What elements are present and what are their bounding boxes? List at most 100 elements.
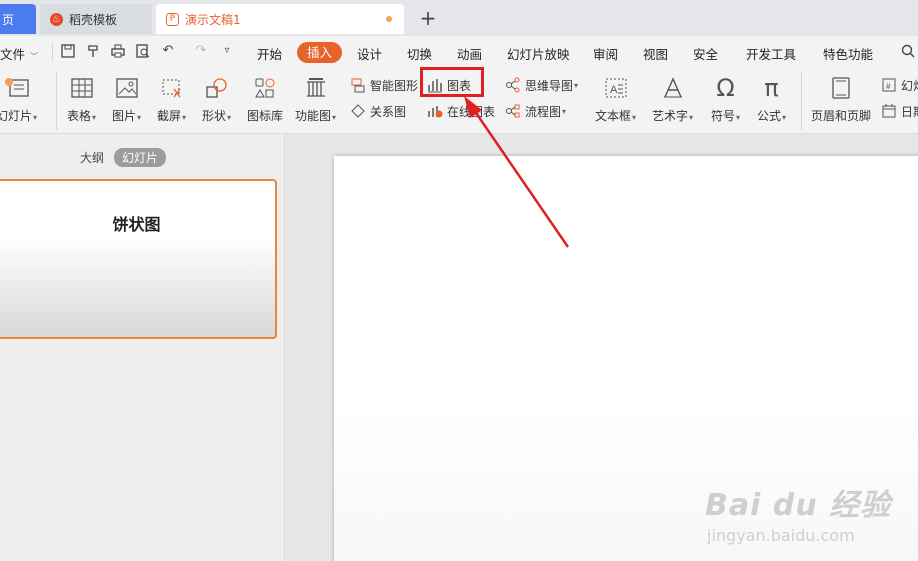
- tab-document[interactable]: P 演示文稿1: [156, 4, 404, 34]
- menu-view[interactable]: 视图: [643, 44, 668, 63]
- tab-home-label: 页: [2, 12, 15, 27]
- icon-library-label: 图标库: [247, 109, 284, 123]
- shape-button[interactable]: 形状▾: [202, 74, 231, 124]
- formula-label: 公式: [757, 109, 782, 123]
- outline-tab[interactable]: 大纲: [80, 149, 104, 166]
- flowchart-button[interactable]: 流程图 ▾: [505, 102, 566, 120]
- slide-number-button[interactable]: # 幻灯: [881, 76, 918, 94]
- tab-home[interactable]: 页: [0, 4, 36, 34]
- chevron-down-icon: ▾: [574, 80, 579, 90]
- mind-map-button[interactable]: 思维导图 ▾: [505, 76, 578, 94]
- menu-home[interactable]: 开始: [257, 44, 282, 63]
- new-slide-label: 幻灯片: [0, 109, 33, 123]
- date-label: 日期: [901, 104, 918, 119]
- view-switch: 大纲 幻灯片: [80, 148, 167, 167]
- wordart-icon: [659, 74, 687, 102]
- header-footer-button[interactable]: 页眉和页脚: [811, 74, 871, 124]
- chevron-down-icon: ▾: [632, 113, 637, 122]
- tab-template[interactable]: ♨ 稻壳模板: [40, 4, 152, 34]
- chevron-down-icon: ▾: [332, 113, 337, 122]
- chevron-down-icon: ▾: [33, 113, 38, 122]
- menu-review[interactable]: 审阅: [593, 44, 618, 63]
- function-chart-label: 功能图: [295, 109, 332, 123]
- slides-tab[interactable]: 幻灯片: [114, 148, 167, 167]
- print-icon[interactable]: [111, 44, 125, 58]
- customize-toolbar-icon[interactable]: ▿: [220, 44, 234, 58]
- flowchart-icon: [505, 103, 521, 119]
- header-footer-label: 页眉和页脚: [811, 109, 872, 123]
- symbol-label: 符号: [711, 109, 736, 123]
- menu-animation[interactable]: 动画: [457, 44, 482, 63]
- menu-security[interactable]: 安全: [693, 44, 718, 63]
- tab-bar: 页 ♨ 稻壳模板 P 演示文稿1 +: [0, 0, 918, 36]
- menu-developer[interactable]: 开发工具: [746, 44, 796, 63]
- mind-map-icon: [505, 77, 521, 93]
- divider: [56, 72, 57, 130]
- divider: [52, 44, 53, 60]
- smart-art-label: 智能图形: [370, 78, 419, 93]
- shape-label: 形状: [202, 109, 227, 123]
- chevron-down-icon: ▾: [92, 113, 97, 122]
- slide-thumbnail-title: 饼状图: [112, 215, 161, 234]
- formula-button[interactable]: π 公式▾: [757, 74, 786, 124]
- relation-label: 关系图: [370, 104, 407, 119]
- presentation-icon: P: [166, 12, 179, 26]
- online-chart-button[interactable]: 在线图表: [427, 102, 495, 120]
- tab-document-label: 演示文稿1: [185, 12, 241, 27]
- wordart-button[interactable]: 艺术字▾: [652, 74, 693, 124]
- print-preview-icon[interactable]: [136, 44, 150, 58]
- wordart-label: 艺术字: [652, 109, 689, 123]
- picture-label: 图片: [112, 109, 137, 123]
- menu-transition[interactable]: 切换: [407, 44, 432, 63]
- screenshot-button[interactable]: 截屏▾: [157, 74, 186, 124]
- chart-highlight-box: [420, 67, 484, 97]
- date-button[interactable]: 日期: [881, 102, 918, 120]
- picture-button[interactable]: 图片▾: [112, 74, 141, 124]
- function-chart-button[interactable]: 功能图▾: [295, 74, 336, 124]
- icon-library-button[interactable]: 图标库: [247, 74, 283, 124]
- slide-thumbnail[interactable]: 饼状图: [0, 179, 277, 339]
- menu-insert[interactable]: 插入: [297, 42, 343, 63]
- table-icon: [68, 74, 96, 102]
- save-icon[interactable]: [61, 44, 75, 58]
- textbox-button[interactable]: A 文本框▾: [595, 74, 636, 124]
- function-chart-icon: [302, 74, 330, 102]
- mind-map-label: 思维导图: [525, 78, 574, 93]
- divider: [801, 72, 802, 130]
- symbol-button[interactable]: Ω 符号▾: [711, 74, 740, 124]
- flowchart-label: 流程图: [525, 104, 562, 119]
- header-footer-icon: [827, 74, 855, 102]
- format-painter-icon[interactable]: [86, 44, 100, 58]
- menu-slideshow[interactable]: 幻灯片放映: [507, 44, 570, 63]
- watermark-sub: jingyan.baidu.com: [707, 526, 855, 545]
- table-button[interactable]: 表格▾: [67, 74, 96, 124]
- picture-icon: [113, 74, 141, 102]
- menu-file[interactable]: 文件 ﹀: [0, 44, 38, 63]
- smart-art-button[interactable]: 智能图形: [350, 76, 418, 94]
- watermark: Bai du 经验 jingyan.baidu.com: [705, 480, 891, 545]
- chevron-down-icon: ﹀: [30, 52, 38, 61]
- relation-icon: [350, 103, 366, 119]
- menu-file-label: 文件: [0, 47, 26, 62]
- flame-icon: ♨: [50, 12, 63, 26]
- chevron-down-icon: ▾: [782, 113, 787, 122]
- svg-text:#: #: [886, 82, 891, 91]
- new-tab-button[interactable]: +: [418, 6, 438, 32]
- online-chart-icon: [427, 103, 443, 119]
- unsaved-indicator: [386, 16, 392, 22]
- screenshot-label: 截屏: [157, 109, 182, 123]
- slide-panel: 大纲 幻灯片 饼状图: [0, 134, 285, 561]
- menu-design[interactable]: 设计: [357, 44, 382, 63]
- chevron-down-icon: ▾: [562, 106, 567, 116]
- slide-number-label: 幻灯: [901, 78, 918, 93]
- relation-chart-button[interactable]: 关系图: [350, 102, 406, 120]
- table-label: 表格: [67, 109, 92, 123]
- search-icon[interactable]: [898, 44, 918, 58]
- svg-text:A: A: [610, 84, 618, 96]
- undo-icon[interactable]: ↶: [161, 44, 175, 58]
- new-slide-button[interactable]: 幻灯片▾: [0, 74, 37, 124]
- online-chart-label: 在线图表: [447, 104, 496, 119]
- menu-special[interactable]: 特色功能: [823, 44, 873, 63]
- redo-icon[interactable]: ↷: [194, 44, 208, 58]
- chevron-down-icon: ▾: [736, 113, 741, 122]
